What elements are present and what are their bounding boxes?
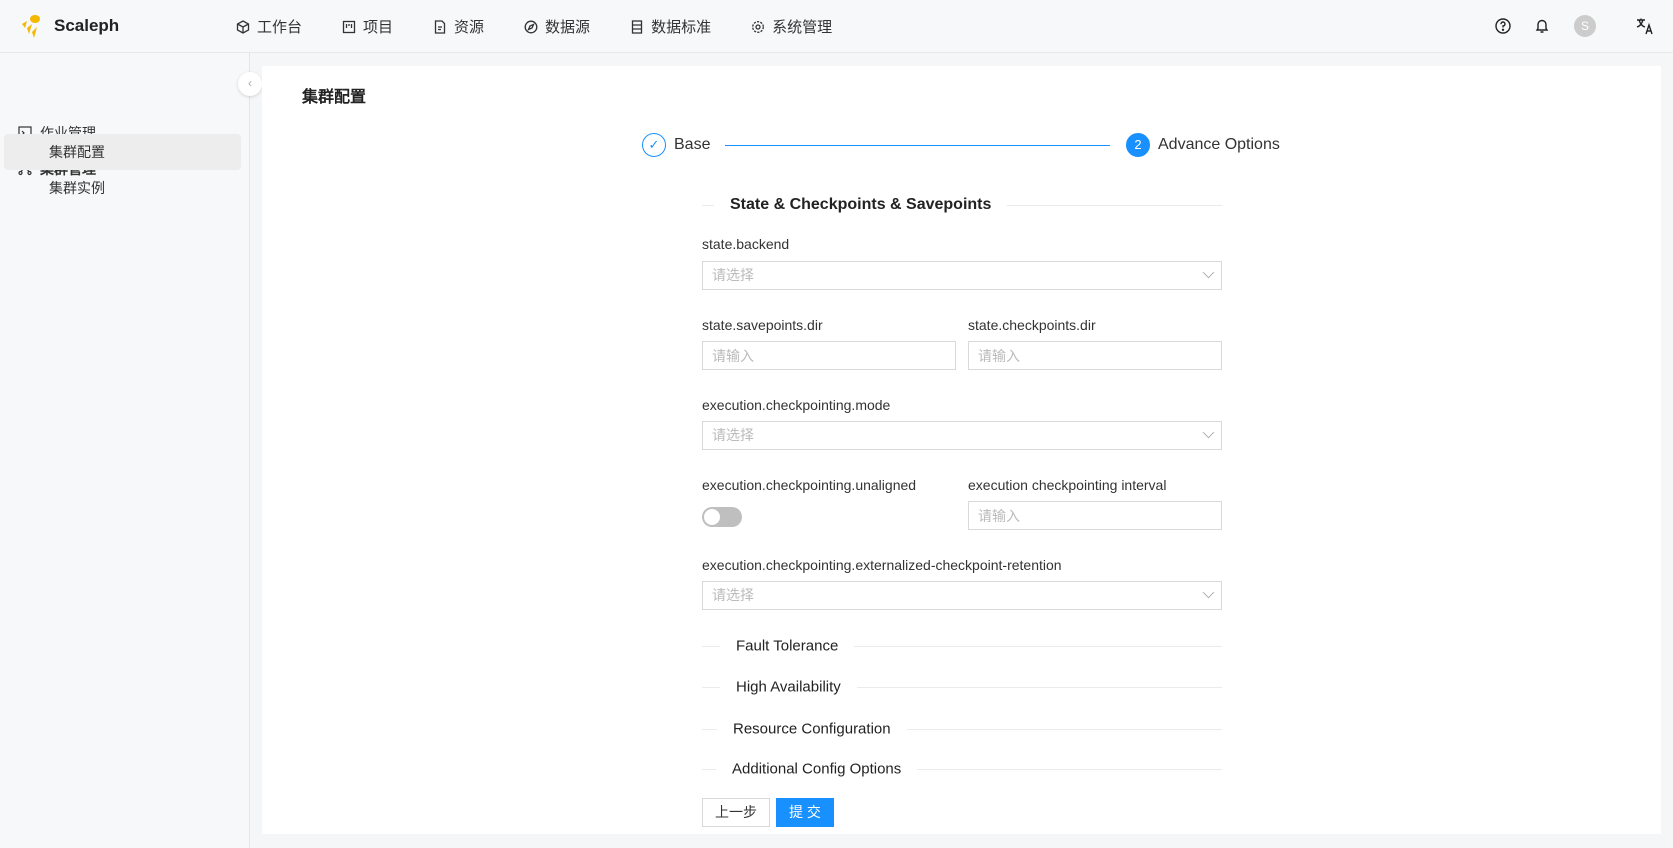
database-icon [631,19,643,34]
nav-project[interactable]: 项目 [342,16,393,37]
app-name: Scaleph [54,16,120,35]
cube-icon [236,19,250,34]
step-advance-options[interactable]: Advance Options [1158,136,1280,154]
main-nav: 工作台 项目 资源 数据源 数据标准 系统管理 [236,0,872,53]
step-number: 2 [1126,133,1150,157]
state-backend-select[interactable]: 请选择 [702,261,1222,290]
select-placeholder: 请选择 [712,587,754,603]
nav-label: 数据源 [545,19,591,36]
nav-label: 资源 [454,19,485,36]
top-header: Scaleph 工作台 项目 资源 数据源 数据标准 系统管理 S [0,0,1673,53]
savepoints-dir-label: state.savepoints.dir [702,317,823,333]
sidebar-item-cluster-config[interactable]: 集群配置 [4,134,241,170]
section-divider: State & Checkpoints & Savepoints [702,196,1222,214]
translate-icon[interactable] [1636,17,1654,35]
select-placeholder: 请选择 [712,267,754,283]
section-fault-tolerance[interactable]: Fault Tolerance [702,637,1222,655]
interval-input[interactable] [968,501,1222,530]
scaleph-logo-icon [22,15,40,38]
section-title: Fault Tolerance [720,637,855,655]
project-icon [342,20,356,33]
section-title: State & Checkpoints & Savepoints [714,196,1008,214]
checkpoints-dir-label: state.checkpoints.dir [968,317,1096,333]
section-resource-configuration[interactable]: Resource Configuration [702,720,1222,738]
section-title: Resource Configuration [717,720,907,738]
bell-icon[interactable] [1533,17,1551,35]
chevron-down-icon [1202,266,1215,279]
nav-workbench[interactable]: 工作台 [236,16,302,37]
file-icon [434,19,446,34]
select-placeholder: 请选择 [712,427,754,443]
nav-label: 数据标准 [651,19,712,36]
unaligned-toggle[interactable] [702,507,742,527]
section-high-availability[interactable]: High Availability [702,678,1222,696]
state-backend-label: state.backend [702,236,790,252]
section-additional-config[interactable]: Additional Config Options [702,760,1222,778]
submit-button[interactable]: 提 交 [776,798,834,827]
section-title: High Availability [720,678,857,696]
unaligned-label: execution.checkpointing.unaligned [702,477,917,493]
savepoints-dir-input[interactable] [702,341,956,370]
prev-step-button[interactable]: 上一步 [702,798,770,827]
gear-icon [752,20,765,33]
checkpointing-mode-label: execution.checkpointing.mode [702,397,891,413]
nav-data-standard[interactable]: 数据标准 [630,16,711,37]
page-title: 集群配置 [302,89,367,106]
collapse-sidebar-button[interactable]: ‹ [238,72,262,96]
help-icon[interactable] [1494,17,1512,35]
nav-label: 项目 [363,19,394,36]
sidebar: 作业管理 ⌄ 集群管理 ⌃ 集群配置 集群实例 [0,53,250,848]
content-card [262,66,1661,834]
checkpointing-mode-select[interactable]: 请选择 [702,421,1222,450]
interval-label: execution checkpointing interval [968,477,1167,493]
retention-label: execution.checkpointing.externalized-che… [702,557,1062,573]
nav-label: 工作台 [257,19,303,36]
chevron-down-icon [1202,586,1215,599]
checkpoints-dir-input[interactable] [968,341,1222,370]
section-title: Additional Config Options [716,760,918,778]
step-connector [725,145,1110,146]
logo[interactable]: Scaleph [18,12,119,40]
step-done-check-icon: ✓ [642,133,666,157]
nav-label: 系统管理 [772,19,833,36]
retention-select[interactable]: 请选择 [702,581,1222,610]
sidebar-item-cluster-instance[interactable]: 集群实例 [4,170,241,206]
nav-system[interactable]: 系统管理 [751,16,832,37]
nav-resource[interactable]: 资源 [433,16,484,37]
avatar[interactable]: S [1574,15,1596,37]
chevron-down-icon [1202,426,1215,439]
compass-icon [524,20,538,33]
step-base[interactable]: Base [674,136,710,154]
nav-datasource[interactable]: 数据源 [524,16,590,37]
